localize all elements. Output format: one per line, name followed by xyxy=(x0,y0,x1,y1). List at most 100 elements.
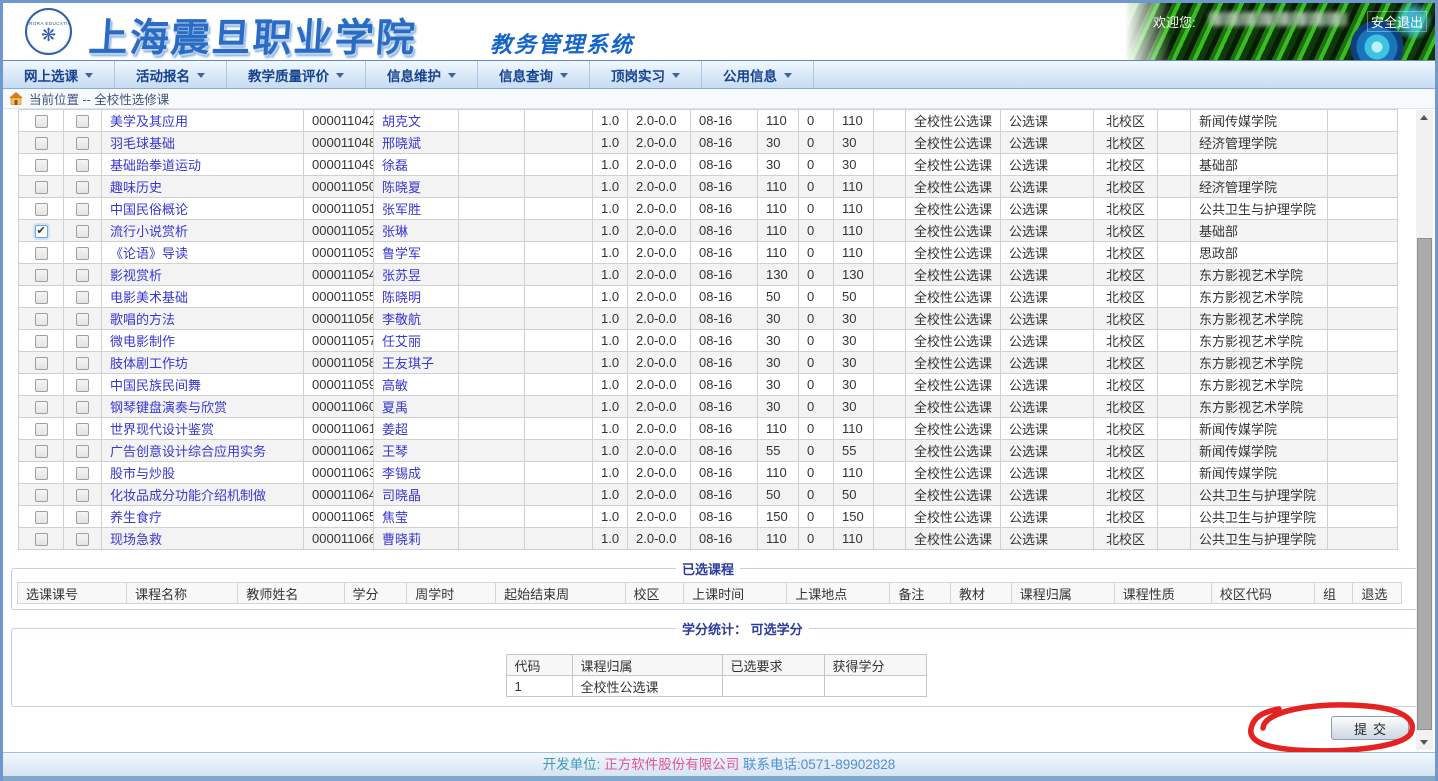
credit-cell: 1.0 xyxy=(592,373,628,396)
select-checkbox[interactable] xyxy=(34,401,48,415)
teacher-name-link[interactable]: 鲁学军 xyxy=(382,246,421,261)
scroll-up-button[interactable] xyxy=(1416,110,1433,126)
select-checkbox[interactable] xyxy=(34,159,48,173)
menu-item[interactable]: 网上选课 xyxy=(3,61,115,88)
select-checkbox[interactable] xyxy=(34,379,48,393)
course-name-link[interactable]: 电影美术基础 xyxy=(110,290,188,305)
select-checkbox[interactable] xyxy=(34,313,48,327)
textbook-checkbox[interactable] xyxy=(76,115,89,129)
teacher-name-link[interactable]: 张苏昱 xyxy=(382,268,421,283)
logout-link[interactable]: 安全退出 xyxy=(1366,11,1427,32)
course-name-link[interactable]: 中国民族民间舞 xyxy=(110,378,201,393)
course-name-link[interactable]: 广告创意设计综合应用实务 xyxy=(110,444,266,459)
select-checkbox[interactable] xyxy=(34,357,48,371)
select-checkbox[interactable] xyxy=(34,467,48,481)
teacher-name-link[interactable]: 张琳 xyxy=(382,224,408,239)
teacher-name-link[interactable]: 王友琪子 xyxy=(382,356,434,371)
course-name-link[interactable]: 中国民俗概论 xyxy=(110,202,188,217)
course-name-link[interactable]: 肢体剧工作坊 xyxy=(110,356,188,371)
select-checkbox[interactable] xyxy=(34,203,48,217)
course-name-link[interactable]: 基础跆拳道运动 xyxy=(110,158,201,173)
menu-item[interactable]: 活动报名 xyxy=(115,61,227,88)
teacher-name-link[interactable]: 姜超 xyxy=(382,422,408,437)
textbook-checkbox[interactable] xyxy=(76,357,89,371)
teacher-name-link[interactable]: 夏禹 xyxy=(382,400,408,415)
course-name-link[interactable]: 美学及其应用 xyxy=(110,114,188,129)
remaining-cell: 110 xyxy=(833,241,874,264)
scroll-thumb[interactable] xyxy=(1417,238,1432,730)
course-name-link[interactable]: 流行小说赏析 xyxy=(110,224,188,239)
textbook-checkbox[interactable] xyxy=(76,467,89,481)
teacher-name-link[interactable]: 徐磊 xyxy=(382,158,408,173)
select-checkbox[interactable] xyxy=(34,247,48,261)
teacher-name-link[interactable]: 王琴 xyxy=(382,444,408,459)
teacher-name-link[interactable]: 李锡成 xyxy=(382,466,421,481)
menu-item[interactable]: 顶岗实习 xyxy=(590,61,702,88)
select-checkbox[interactable] xyxy=(34,137,48,151)
textbook-checkbox[interactable] xyxy=(76,335,89,349)
textbook-checkbox[interactable] xyxy=(76,489,89,503)
course-name-link[interactable]: 羽毛球基础 xyxy=(110,136,175,151)
select-checkbox[interactable] xyxy=(34,115,48,129)
select-checkbox[interactable] xyxy=(34,181,48,195)
course-name-link[interactable]: 微电影制作 xyxy=(110,334,175,349)
teacher-name-link[interactable]: 胡克文 xyxy=(382,114,421,129)
teacher-name-link[interactable]: 邢晓斌 xyxy=(382,136,421,151)
menu-item[interactable]: 信息维护 xyxy=(366,61,478,88)
course-name-link[interactable]: 影视赏析 xyxy=(110,268,162,283)
menu-item[interactable]: 教学质量评价 xyxy=(227,61,366,88)
textbook-checkbox[interactable] xyxy=(76,137,89,151)
vertical-scrollbar[interactable] xyxy=(1416,110,1433,750)
textbook-checkbox[interactable] xyxy=(76,247,89,261)
textbook-checkbox[interactable] xyxy=(76,423,89,437)
week-range-cell: 08-16 xyxy=(690,461,758,484)
textbook-checkbox[interactable] xyxy=(76,203,89,217)
select-checkbox[interactable] xyxy=(34,445,48,459)
course-name-link[interactable]: 钢琴键盘演奏与欣赏 xyxy=(110,400,227,415)
teacher-name-link[interactable]: 陈晓夏 xyxy=(382,180,421,195)
course-name-link[interactable]: 股市与炒股 xyxy=(110,466,175,481)
course-name-link[interactable]: 趣味历史 xyxy=(110,180,162,195)
select-checkbox[interactable] xyxy=(34,511,48,525)
enrolled-cell: 0 xyxy=(798,175,834,198)
teacher-name-link[interactable]: 高敏 xyxy=(382,378,408,393)
submit-button[interactable]: 提交 xyxy=(1331,716,1409,740)
textbook-checkbox[interactable] xyxy=(76,445,89,459)
textbook-checkbox[interactable] xyxy=(76,181,89,195)
teacher-name-link[interactable]: 焦莹 xyxy=(382,510,408,525)
select-checkbox[interactable] xyxy=(34,225,48,239)
class-place-cell xyxy=(524,307,593,330)
teacher-name-link[interactable]: 任艾丽 xyxy=(382,334,421,349)
scroll-down-button[interactable] xyxy=(1416,734,1433,750)
menu-item[interactable]: 公用信息 xyxy=(702,61,814,88)
textbook-checkbox[interactable] xyxy=(76,379,89,393)
teacher-name-link[interactable]: 司晓晶 xyxy=(382,488,421,503)
menu-item[interactable]: 信息查询 xyxy=(478,61,590,88)
select-checkbox[interactable] xyxy=(34,335,48,349)
textbook-checkbox[interactable] xyxy=(76,511,89,525)
select-checkbox[interactable] xyxy=(34,533,48,547)
teacher-name-link[interactable]: 曹晓莉 xyxy=(382,532,421,547)
course-name-link[interactable]: 歌唱的方法 xyxy=(110,312,175,327)
course-name-link[interactable]: 养生食疗 xyxy=(110,510,162,525)
select-checkbox[interactable] xyxy=(34,291,48,305)
class-time-cell xyxy=(458,153,525,176)
select-checkbox[interactable] xyxy=(34,423,48,437)
teacher-name-link[interactable]: 张军胜 xyxy=(382,202,421,217)
textbook-checkbox[interactable] xyxy=(76,159,89,173)
teacher-name-link[interactable]: 李敬航 xyxy=(382,312,421,327)
textbook-checkbox[interactable] xyxy=(76,401,89,415)
teacher-name-link[interactable]: 陈晓明 xyxy=(382,290,421,305)
textbook-checkbox[interactable] xyxy=(76,291,89,305)
select-checkbox[interactable] xyxy=(34,269,48,283)
textbook-checkbox[interactable] xyxy=(76,533,89,547)
course-name-link[interactable]: 化妆品成分功能介绍机制做 xyxy=(110,488,266,503)
course-name-link[interactable]: 世界现代设计鉴赏 xyxy=(110,422,214,437)
empty-cell xyxy=(1327,153,1398,176)
course-name-link[interactable]: 现场急救 xyxy=(110,532,162,547)
textbook-checkbox[interactable] xyxy=(76,225,89,239)
textbook-checkbox[interactable] xyxy=(76,269,89,283)
select-checkbox[interactable] xyxy=(34,489,48,503)
textbook-checkbox[interactable] xyxy=(76,313,89,327)
course-name-link[interactable]: 《论语》导读 xyxy=(110,246,188,261)
